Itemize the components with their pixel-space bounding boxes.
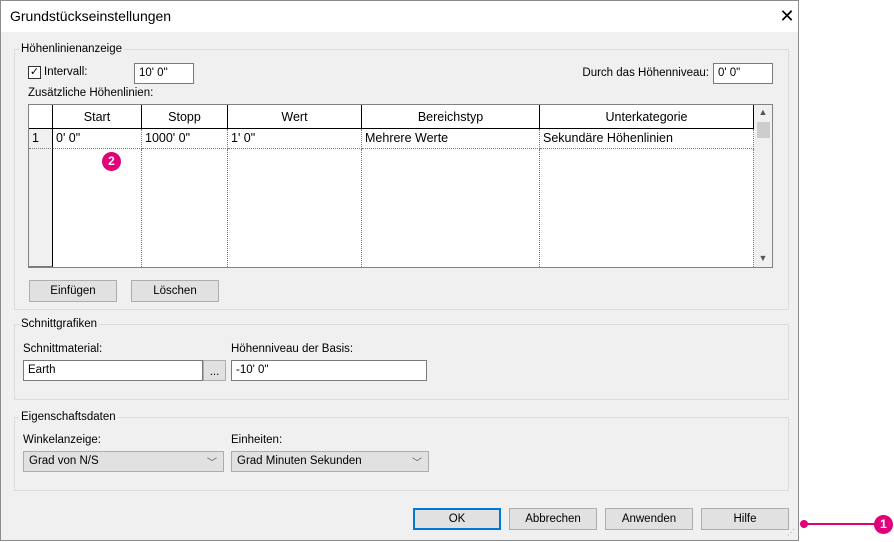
contour-group-label: Höhenlinienanzeige (19, 43, 125, 55)
angle-display-select[interactable]: Grad von N/S ﹀ (23, 451, 224, 472)
table-cell-range-type[interactable]: Mehrere Werte (362, 129, 540, 149)
chevron-down-icon: ﹀ (412, 458, 422, 469)
title-bar: Grundstückseinstellungen ✕ (1, 1, 798, 32)
section-material-label: Schnittmaterial: (23, 343, 103, 355)
browse-material-button[interactable]: ... (203, 360, 226, 381)
contours-table: Start Stopp Wert Bereichstyp Unterkatego… (28, 104, 773, 268)
annotation-badge-2: 2 (102, 152, 121, 171)
annotation-line (804, 523, 876, 525)
chevron-down-icon: ﹀ (207, 458, 217, 469)
site-settings-dialog: Grundstückseinstellungen ✕ Höhenlinienan… (0, 0, 799, 541)
cancel-button[interactable]: Abbrechen (509, 508, 597, 530)
units-label: Einheiten: (231, 434, 283, 446)
empty-row-header (29, 149, 53, 267)
row-header-corner (29, 105, 53, 129)
resize-grip-icon[interactable]: ⋰ (787, 529, 797, 539)
section-material-input[interactable]: Earth (23, 360, 203, 381)
units-value: Grad Minuten Sekunden (237, 455, 362, 467)
vertical-scrollbar[interactable]: ▲ ▼ (754, 105, 772, 267)
column-header-value[interactable]: Wert (228, 105, 362, 129)
column-header-range-type[interactable]: Bereichstyp (362, 105, 540, 129)
close-icon[interactable]: ✕ (776, 5, 798, 27)
units-select[interactable]: Grad Minuten Sekunden ﹀ (231, 451, 429, 472)
annotation-badge-1: 1 (874, 515, 893, 534)
empty-column (228, 149, 362, 267)
row-number[interactable]: 1 (29, 129, 53, 149)
table-cell-start[interactable]: 0' 0" (53, 129, 142, 149)
column-header-stop[interactable]: Stopp (142, 105, 228, 129)
base-elevation-input[interactable]: -10' 0" (231, 360, 427, 381)
column-header-subcategory[interactable]: Unterkategorie (540, 105, 754, 129)
section-graphics-label: Schnittgrafiken (19, 318, 100, 330)
table-cell-stop[interactable]: 1000' 0" (142, 129, 228, 149)
empty-column (362, 149, 540, 267)
insert-button[interactable]: Einfügen (29, 280, 117, 302)
pass-elevation-label: Durch das Höhenniveau: (582, 67, 709, 79)
scroll-up-icon[interactable]: ▲ (754, 107, 772, 117)
scrollbar-thumb[interactable] (757, 122, 770, 138)
help-button[interactable]: Hilfe (701, 508, 789, 530)
angle-display-label: Winkelanzeige: (23, 434, 101, 446)
property-data-label: Eigenschaftsdaten (19, 411, 118, 423)
empty-column (142, 149, 228, 267)
apply-button[interactable]: Anwenden (605, 508, 693, 530)
angle-display-value: Grad von N/S (29, 455, 99, 467)
additional-contours-label: Zusätzliche Höhenlinien: (28, 87, 154, 99)
dialog-title: Grundstückseinstellungen (10, 8, 172, 24)
pass-elevation-input[interactable]: 0' 0" (713, 63, 773, 84)
scroll-down-icon[interactable]: ▼ (754, 253, 772, 263)
column-header-start[interactable]: Start (53, 105, 142, 129)
base-elevation-label: Höhenniveau der Basis: (231, 343, 354, 355)
delete-button[interactable]: Löschen (131, 280, 219, 302)
interval-checkbox[interactable]: ✓ (28, 66, 41, 79)
interval-input[interactable]: 10' 0" (134, 63, 194, 84)
table-cell-value[interactable]: 1' 0" (228, 129, 362, 149)
empty-column (53, 149, 142, 267)
table-cell-subcategory[interactable]: Sekundäre Höhenlinien (540, 129, 754, 149)
interval-label: Intervall: (44, 66, 88, 78)
empty-column (540, 149, 754, 267)
ok-button[interactable]: OK (413, 508, 501, 530)
